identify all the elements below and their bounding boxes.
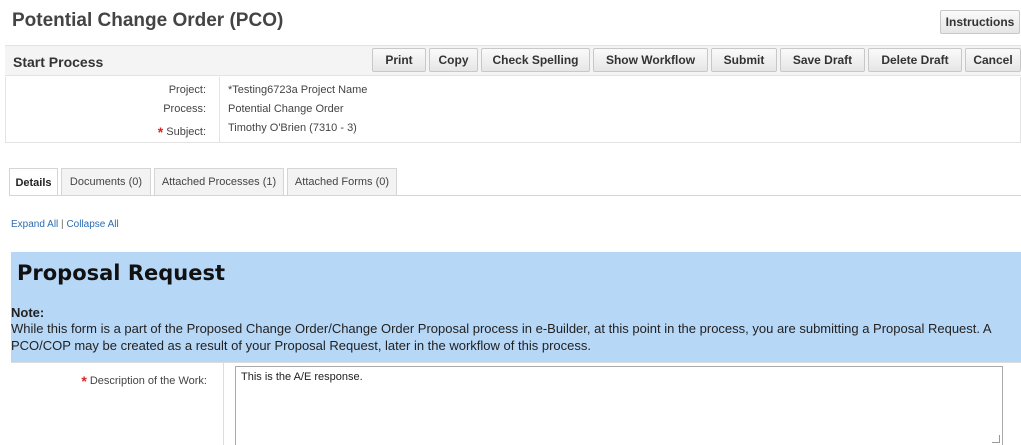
description-label: Description of the Work: (89, 375, 207, 387)
subject-label-wrap: * Subject: (6, 122, 206, 140)
project-value: *Testing6723a Project Name (228, 84, 368, 96)
start-process-title: Start Process (13, 54, 104, 70)
check-spelling-button[interactable]: Check Spelling (481, 48, 590, 72)
page-title: Potential Change Order (PCO) (12, 10, 284, 31)
process-label: Process: (163, 103, 206, 115)
note-text: While this form is a part of the Propose… (11, 321, 991, 353)
show-workflow-button[interactable]: Show Workflow (593, 48, 708, 72)
link-separator: | (61, 219, 64, 230)
section-header: Proposal Request Note: While this form i… (11, 252, 1021, 362)
section-title: Proposal Request (17, 261, 225, 285)
required-star-icon: * (157, 124, 164, 140)
tab-details[interactable]: Details (9, 168, 58, 196)
collapse-all-link[interactable]: Collapse All (66, 219, 118, 230)
instructions-button[interactable]: Instructions (940, 10, 1020, 34)
description-label-wrap: * Description of the Work: (11, 371, 207, 389)
process-value: Potential Change Order (228, 103, 344, 115)
description-value: This is the A/E response. (241, 371, 363, 383)
delete-draft-button[interactable]: Delete Draft (868, 48, 962, 72)
description-textarea[interactable]: This is the A/E response. (235, 366, 1003, 445)
tab-attached-processes[interactable]: Attached Processes (1) (154, 168, 284, 195)
project-label: Project: (168, 84, 206, 96)
copy-button[interactable]: Copy (429, 48, 478, 72)
print-button[interactable]: Print (372, 48, 426, 72)
note-label: Note: (11, 305, 45, 320)
tab-documents[interactable]: Documents (0) (61, 168, 151, 195)
resize-grip-icon[interactable] (992, 435, 1000, 443)
submit-button[interactable]: Submit (711, 48, 777, 72)
description-divider (223, 363, 224, 445)
proposal-request-section: Proposal Request Note: While this form i… (11, 252, 1021, 445)
tab-divider (9, 195, 1021, 196)
subject-label: Subject: (166, 126, 206, 138)
required-star-icon: * (81, 373, 87, 389)
process-info-panel: Project: *Testing6723a Project Name Proc… (5, 77, 1021, 143)
subject-value: Timothy O'Brien (7310 - 3) (228, 122, 357, 134)
cancel-button[interactable]: Cancel (965, 48, 1021, 72)
tab-attached-forms[interactable]: Attached Forms (0) (287, 168, 397, 195)
expand-collapse-links: Expand All | Collapse All (11, 219, 119, 230)
expand-all-link[interactable]: Expand All (11, 219, 58, 230)
save-draft-button[interactable]: Save Draft (780, 48, 865, 72)
info-divider (219, 77, 220, 143)
description-row: * Description of the Work: This is the A/… (11, 362, 1021, 445)
